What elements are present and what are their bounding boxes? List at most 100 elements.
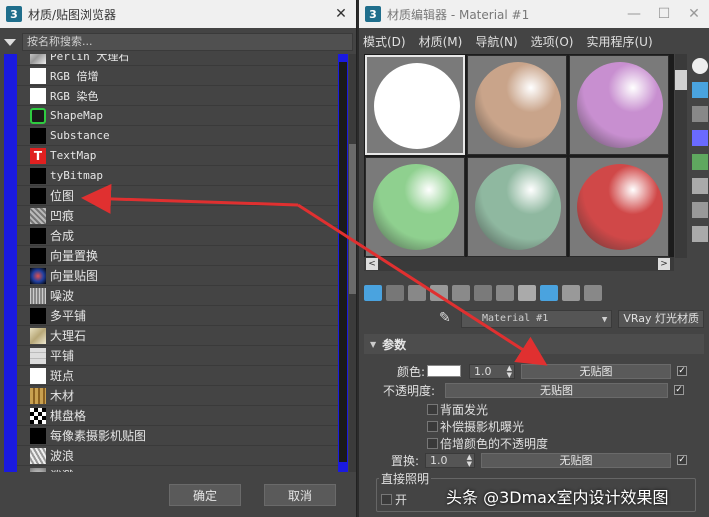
- map-list-item[interactable]: ShapeMap: [17, 106, 338, 126]
- compensate-exposure-checkbox[interactable]: 补偿摄影机曝光: [427, 418, 524, 435]
- map-list-item[interactable]: T TextMap: [17, 146, 338, 166]
- displace-map-button[interactable]: 无贴图: [481, 452, 671, 468]
- map-list-item-label: 波浪: [50, 449, 75, 463]
- sample-slot[interactable]: [569, 55, 669, 155]
- map-list-item[interactable]: 向量贴图: [17, 266, 338, 286]
- direct-lighting-on-checkbox[interactable]: 开: [381, 491, 407, 508]
- editor-titlebar[interactable]: 3 材质编辑器 - Material #1 — ☐ ✕: [359, 0, 709, 28]
- map-list-item-label: 每像素摄影机贴图: [50, 429, 147, 443]
- collapse-icon: ▼: [370, 339, 377, 349]
- collapse-triangle-icon[interactable]: [4, 38, 16, 46]
- scroll-right-icon[interactable]: >: [658, 258, 670, 270]
- map-list-item[interactable]: RGB 倍增: [17, 66, 338, 86]
- put-to-library-icon[interactable]: [474, 285, 492, 301]
- maximize-icon[interactable]: ☐: [649, 6, 679, 22]
- sample-slot[interactable]: [467, 55, 567, 155]
- opacity-map-checkbox[interactable]: ✓: [674, 385, 684, 395]
- backside-emit-checkbox[interactable]: 背面发光: [427, 401, 488, 418]
- ok-button[interactable]: 确定: [169, 484, 241, 506]
- map-list-item[interactable]: 位图: [17, 186, 338, 206]
- map-list-item[interactable]: 斑点: [17, 366, 338, 386]
- sample-slot[interactable]: [365, 157, 465, 257]
- backlight-icon[interactable]: [692, 82, 708, 98]
- slots-horizontal-scrollbar[interactable]: < >: [364, 257, 674, 271]
- map-list-item[interactable]: 大理石: [17, 326, 338, 346]
- select-by-material-icon[interactable]: [692, 226, 708, 242]
- browser-scrollbar[interactable]: [349, 54, 356, 472]
- displace-value: 1.0: [430, 453, 448, 467]
- map-list-item[interactable]: Substance: [17, 126, 338, 146]
- menu-item[interactable]: 实用程序(U): [586, 33, 652, 50]
- menu-item[interactable]: 选项(O): [531, 33, 574, 50]
- wood-swatch-icon: [30, 387, 46, 404]
- slots-vertical-scrollbar[interactable]: [675, 54, 687, 258]
- shapemap-swatch-icon: [30, 107, 46, 124]
- map-list-item[interactable]: 平铺: [17, 346, 338, 366]
- color-map-button[interactable]: 无贴图: [521, 363, 671, 379]
- scroll-left-icon[interactable]: <: [366, 258, 378, 270]
- noise-swatch-icon: [30, 287, 46, 304]
- material-id-channel-icon[interactable]: [496, 285, 514, 301]
- material-map-browser-window: 3 材质/贴图浏览器 ✕ 按名称搜索... Perlin 大理石 RGB 倍增 RG…: [0, 0, 357, 517]
- map-list-item[interactable]: 泼溅: [17, 466, 338, 472]
- sample-slot[interactable]: [569, 157, 669, 257]
- video-color-icon[interactable]: [692, 154, 708, 170]
- map-list-item[interactable]: 凹痕: [17, 206, 338, 226]
- minimize-icon[interactable]: —: [619, 6, 649, 22]
- menu-item[interactable]: 材质(M): [419, 33, 463, 50]
- cancel-button[interactable]: 取消: [264, 484, 336, 506]
- list-scrollbar[interactable]: [338, 54, 348, 472]
- chevron-down-icon[interactable]: ▼: [602, 312, 607, 328]
- background-icon[interactable]: [692, 106, 708, 122]
- put-to-scene-icon[interactable]: [386, 285, 404, 301]
- assign-material-icon[interactable]: [408, 285, 426, 301]
- color-map-checkbox[interactable]: ✓: [677, 366, 687, 376]
- displace-label: 置换:: [390, 453, 419, 468]
- map-list-item[interactable]: 棋盘格: [17, 406, 338, 426]
- map-list-item[interactable]: 噪波: [17, 286, 338, 306]
- show-map-icon[interactable]: [518, 285, 536, 301]
- map-list-item[interactable]: 合成: [17, 226, 338, 246]
- map-list-item[interactable]: 木材: [17, 386, 338, 406]
- marble2-swatch-icon: [30, 327, 46, 344]
- close-icon[interactable]: ✕: [326, 6, 356, 22]
- map-list-item[interactable]: Perlin 大理石: [17, 54, 338, 66]
- multiply-opacity-checkbox[interactable]: 倍增颜色的不透明度: [427, 435, 548, 452]
- close-icon[interactable]: ✕: [679, 6, 709, 22]
- search-input[interactable]: 按名称搜索...: [22, 33, 353, 51]
- options-icon[interactable]: [692, 202, 708, 218]
- go-to-parent-icon[interactable]: [562, 285, 580, 301]
- color-swatch[interactable]: [427, 365, 461, 377]
- editor-side-toolbar: [690, 54, 709, 294]
- material-type-button[interactable]: VRay 灯光材质: [618, 310, 704, 328]
- sample-type-icon[interactable]: [692, 58, 708, 74]
- map-list-item[interactable]: 每像素摄影机贴图: [17, 426, 338, 446]
- material-name-field[interactable]: Material #1 ▼: [461, 310, 613, 328]
- go-forward-sibling-icon[interactable]: [584, 285, 602, 301]
- displace-map-checkbox[interactable]: ✓: [677, 455, 687, 465]
- map-list-item[interactable]: tyBitmap: [17, 166, 338, 186]
- map-list-item[interactable]: 向量置换: [17, 246, 338, 266]
- browser-titlebar[interactable]: 3 材质/贴图浏览器 ✕: [0, 0, 356, 28]
- sample-slot[interactable]: [467, 157, 567, 257]
- menu-item[interactable]: 导航(N): [475, 33, 517, 50]
- dent-swatch-icon: [30, 207, 46, 224]
- map-list-item[interactable]: 波浪: [17, 446, 338, 466]
- menu-item[interactable]: 模式(D): [363, 33, 406, 50]
- sample-slot[interactable]: [365, 55, 465, 155]
- reset-map-icon[interactable]: [430, 285, 448, 301]
- parameters-rollout-header[interactable]: ▼ 参数: [364, 334, 704, 354]
- splat-swatch-icon: [30, 467, 46, 472]
- eyedropper-icon[interactable]: ✎: [439, 310, 451, 326]
- sample-uv-icon[interactable]: [692, 130, 708, 146]
- make-preview-icon[interactable]: [692, 178, 708, 194]
- map-list-item-label: 平铺: [50, 349, 75, 363]
- color-multiplier-spinner[interactable]: 1.0 ▲ ▼: [469, 363, 515, 379]
- map-list-item[interactable]: RGB 染色: [17, 86, 338, 106]
- make-unique-icon[interactable]: [452, 285, 470, 301]
- show-end-result-icon[interactable]: [540, 285, 558, 301]
- opacity-map-button[interactable]: 无贴图: [445, 382, 668, 398]
- get-material-icon[interactable]: [364, 285, 382, 301]
- displace-spinner[interactable]: 1.0 ▲ ▼: [425, 452, 475, 468]
- map-list-item[interactable]: 多平铺: [17, 306, 338, 326]
